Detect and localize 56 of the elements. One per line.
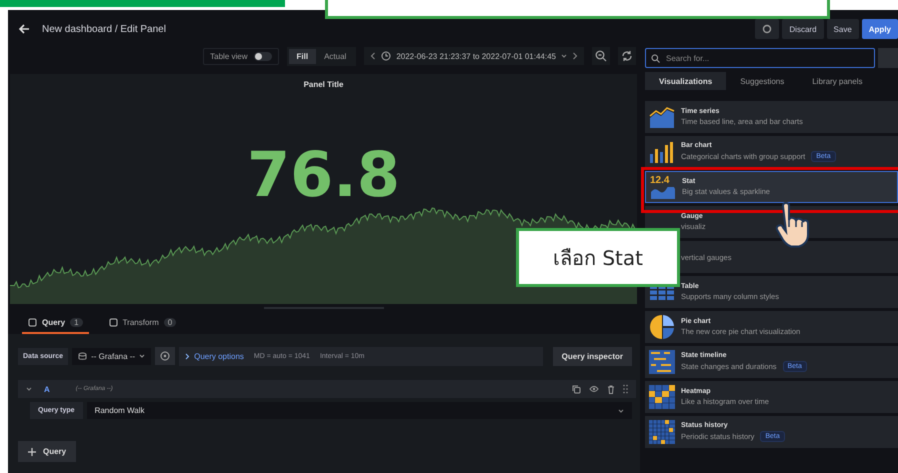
instruction-tooltip: เลือก Stat — [516, 228, 680, 287]
search-field[interactable]: Search for... — [645, 48, 875, 68]
panel-title: Panel Title — [302, 79, 344, 89]
query-inspector-button[interactable]: Query inspector — [552, 346, 632, 366]
drag-handle-icon[interactable] — [623, 384, 628, 394]
mode-option[interactable]: Actual — [316, 48, 354, 64]
square-icon — [108, 318, 118, 326]
table-view-toggle[interactable]: Table view — [203, 48, 279, 64]
add-query-button[interactable]: Query — [18, 441, 76, 462]
target-icon — [160, 351, 170, 361]
caret-icon — [618, 408, 624, 414]
zoom-out-icon[interactable] — [592, 47, 610, 65]
query-options-link[interactable]: Query options — [194, 352, 244, 360]
search-input[interactable]: Search for... — [664, 52, 868, 64]
square-icon — [28, 318, 37, 326]
eye-icon[interactable] — [589, 385, 599, 393]
timeline-icon — [649, 350, 675, 374]
query-ref: A — [44, 384, 50, 394]
sidebar-tab[interactable]: Visualizations — [645, 72, 726, 90]
heatmap-icon — [649, 385, 675, 409]
caret-icon[interactable] — [26, 386, 32, 392]
line-chart-icon — [649, 106, 675, 128]
chevron-left-icon[interactable] — [370, 52, 376, 60]
stat-value: 76.8 — [246, 144, 401, 206]
data-source-select[interactable]: -- Grafana -- — [72, 348, 152, 364]
header-button[interactable]: Save — [826, 19, 859, 39]
stat-icon-number: 12.4 — [650, 176, 670, 186]
area-chart-icon — [650, 186, 676, 198]
mode-option[interactable]: Fill — [288, 48, 316, 64]
query-type-select[interactable]: Random Walk — [86, 402, 632, 419]
caret-icon — [139, 353, 146, 359]
help-button[interactable] — [155, 347, 176, 365]
trash-icon[interactable] — [607, 384, 615, 394]
query-tab[interactable]: Transform 0 — [102, 312, 182, 334]
chevron-right-icon[interactable] — [572, 52, 578, 60]
apply-button[interactable]: Apply — [862, 19, 898, 39]
copy-icon[interactable] — [572, 384, 581, 394]
sidebar-tab[interactable]: Library panels — [798, 72, 876, 90]
back-arrow-icon[interactable] — [18, 23, 30, 35]
status-grid-icon — [649, 420, 675, 444]
plus-icon — [28, 448, 36, 456]
pie-chart-icon — [649, 314, 675, 340]
breadcrumb: New dashboard / Edit Panel — [42, 24, 166, 34]
header-button[interactable]: Discard — [782, 19, 824, 39]
chevron-icon — [185, 352, 190, 360]
time-picker[interactable]: 2022-06-23 21:23:37 to 2022-07-01 01:44:45 — [364, 47, 584, 65]
sidebar-tab[interactable]: Suggestions — [726, 72, 798, 90]
clock-icon — [381, 51, 392, 61]
settings-button[interactable] — [755, 19, 780, 39]
refresh-icon[interactable] — [618, 47, 636, 65]
caret-icon — [561, 53, 567, 59]
circle-icon — [762, 24, 772, 34]
database-icon — [78, 352, 88, 360]
search-icon — [651, 54, 660, 62]
bar-chart-icon — [649, 141, 675, 163]
pointing-hand-icon — [773, 202, 809, 248]
